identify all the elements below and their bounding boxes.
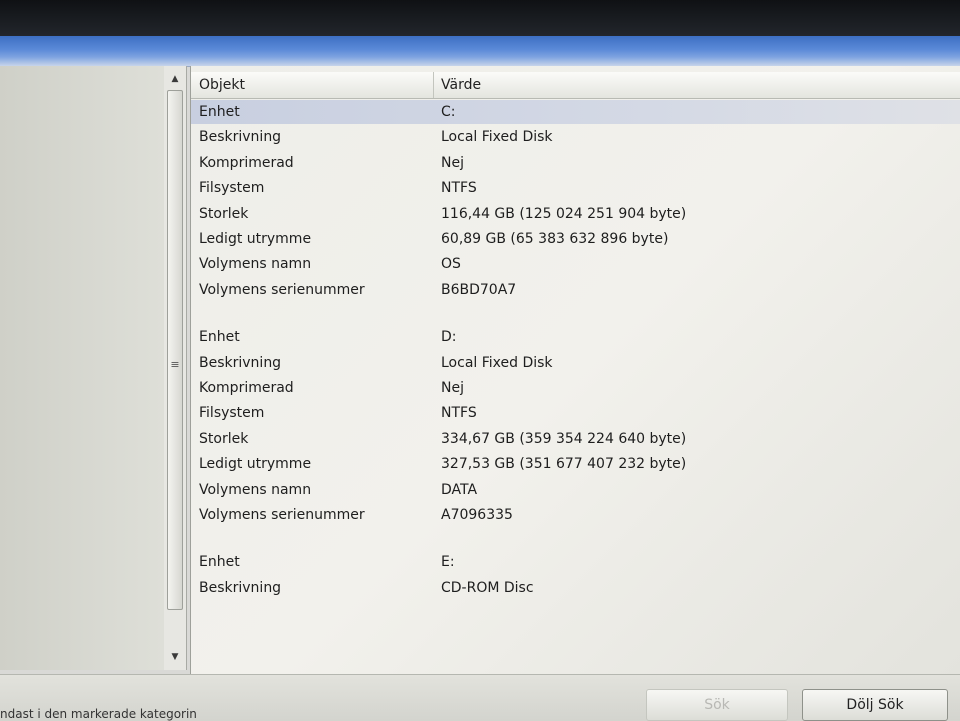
cell-value: D: (441, 329, 457, 346)
scroll-up-arrow-icon[interactable]: ▲ (167, 70, 183, 88)
table-row[interactable] (191, 303, 960, 327)
status-text: ndast i den markerade kategorin (0, 707, 197, 721)
table-row[interactable]: Enhet D: (191, 325, 960, 349)
cell-object: Enhet (199, 104, 240, 120)
scroll-thumb[interactable]: ≡ (167, 90, 183, 610)
cell-object: Ledigt utrymme (199, 231, 312, 247)
cell-object: Volymens namn (199, 256, 312, 273)
window-title-strip (0, 36, 960, 67)
cell-value: Local Fixed Disk (441, 354, 553, 371)
cell-value: Nej (441, 154, 464, 171)
cell-value: B6BD70A7 (441, 281, 517, 298)
cell-object: Komprimerad (199, 380, 294, 396)
table-header: Objekt Värde (191, 72, 960, 99)
table-row[interactable]: Enhet E: (191, 550, 960, 574)
window-top-bar (0, 0, 960, 38)
column-header-value[interactable]: Värde (433, 72, 960, 98)
cell-object: Beskrivning (199, 579, 282, 596)
bottom-bar: ndast i den markerade kategorin Sök Dölj… (0, 674, 960, 721)
cell-value: CD-ROM Disc (441, 579, 534, 596)
cell-value: Nej (441, 380, 464, 396)
table-row[interactable]: Volymens namn DATA (191, 478, 960, 502)
table-row[interactable]: Beskrivning Local Fixed Disk (191, 351, 960, 375)
table-row[interactable] (191, 528, 960, 552)
table-row[interactable]: Filsystem NTFS (191, 401, 960, 425)
table-row[interactable]: Beskrivning Local Fixed Disk (191, 125, 960, 149)
cell-object: Storlek (199, 430, 249, 447)
cell-value: 116,44 GB (125 024 251 904 byte) (441, 205, 687, 222)
table-row[interactable]: Ledigt utrymme 327,53 GB (351 677 407 232… (191, 452, 960, 476)
cell-value: 60,89 GB (65 383 632 896 byte) (441, 231, 669, 247)
cell-value: C: (441, 104, 456, 120)
table-row[interactable]: Volymens serienummer A7096335 (191, 503, 960, 527)
cell-object: Volymens namn (199, 481, 312, 498)
cell-value: 334,67 GB (359 354 224 640 byte) (441, 430, 687, 447)
scroll-down-arrow-icon[interactable]: ▼ (167, 648, 183, 666)
cell-object: Komprimerad (199, 154, 294, 171)
cell-value: A7096335 (441, 507, 513, 523)
details-table: Objekt Värde Enhet C: Beskrivning Local Fix… (190, 66, 960, 674)
cell-value: E: (441, 554, 455, 571)
table-row[interactable]: Storlek 334,67 GB (359 354 224 640 byte) (191, 427, 960, 451)
table-row[interactable]: Ledigt utrymme 60,89 GB (65 383 632 896 b… (191, 227, 960, 251)
cell-object: Ledigt utrymme (199, 456, 312, 473)
table-row[interactable]: Komprimerad Nej (191, 151, 960, 175)
cell-object: Beskrivning (199, 354, 282, 371)
hide-search-button[interactable]: Dölj Sök (802, 689, 948, 721)
cell-object: Storlek (199, 205, 249, 222)
cell-object: Volymens serienummer (199, 507, 365, 523)
table-row[interactable]: Enhet C: (191, 100, 960, 124)
category-tree-pane[interactable] (0, 66, 165, 670)
cell-object: Filsystem (199, 180, 265, 197)
column-header-object[interactable]: Objekt (191, 72, 434, 98)
table-row[interactable]: Storlek 116,44 GB (125 024 251 904 byte) (191, 202, 960, 226)
table-row[interactable]: Volymens serienummer B6BD70A7 (191, 278, 960, 302)
table-row[interactable]: Komprimerad Nej (191, 376, 960, 400)
table-row[interactable]: Volymens namn OS (191, 252, 960, 276)
cell-object: Enhet (199, 554, 240, 571)
cell-value: OS (441, 256, 461, 273)
table-row[interactable]: Filsystem NTFS (191, 176, 960, 200)
vertical-scrollbar[interactable]: ▲ ≡ ▼ (164, 66, 187, 670)
cell-object: Beskrivning (199, 129, 282, 146)
cell-value: Local Fixed Disk (441, 129, 553, 146)
table-row[interactable]: Beskrivning CD-ROM Disc (191, 576, 960, 600)
cell-object: Volymens serienummer (199, 281, 365, 298)
search-button[interactable]: Sök (646, 689, 788, 721)
cell-value: NTFS (441, 180, 477, 197)
cell-value: 327,53 GB (351 677 407 232 byte) (441, 456, 687, 473)
cell-object: Enhet (199, 329, 240, 346)
cell-object: Filsystem (199, 405, 265, 422)
scroll-grip-icon: ≡ (170, 358, 180, 371)
cell-value: NTFS (441, 405, 477, 422)
cell-value: DATA (441, 481, 478, 498)
